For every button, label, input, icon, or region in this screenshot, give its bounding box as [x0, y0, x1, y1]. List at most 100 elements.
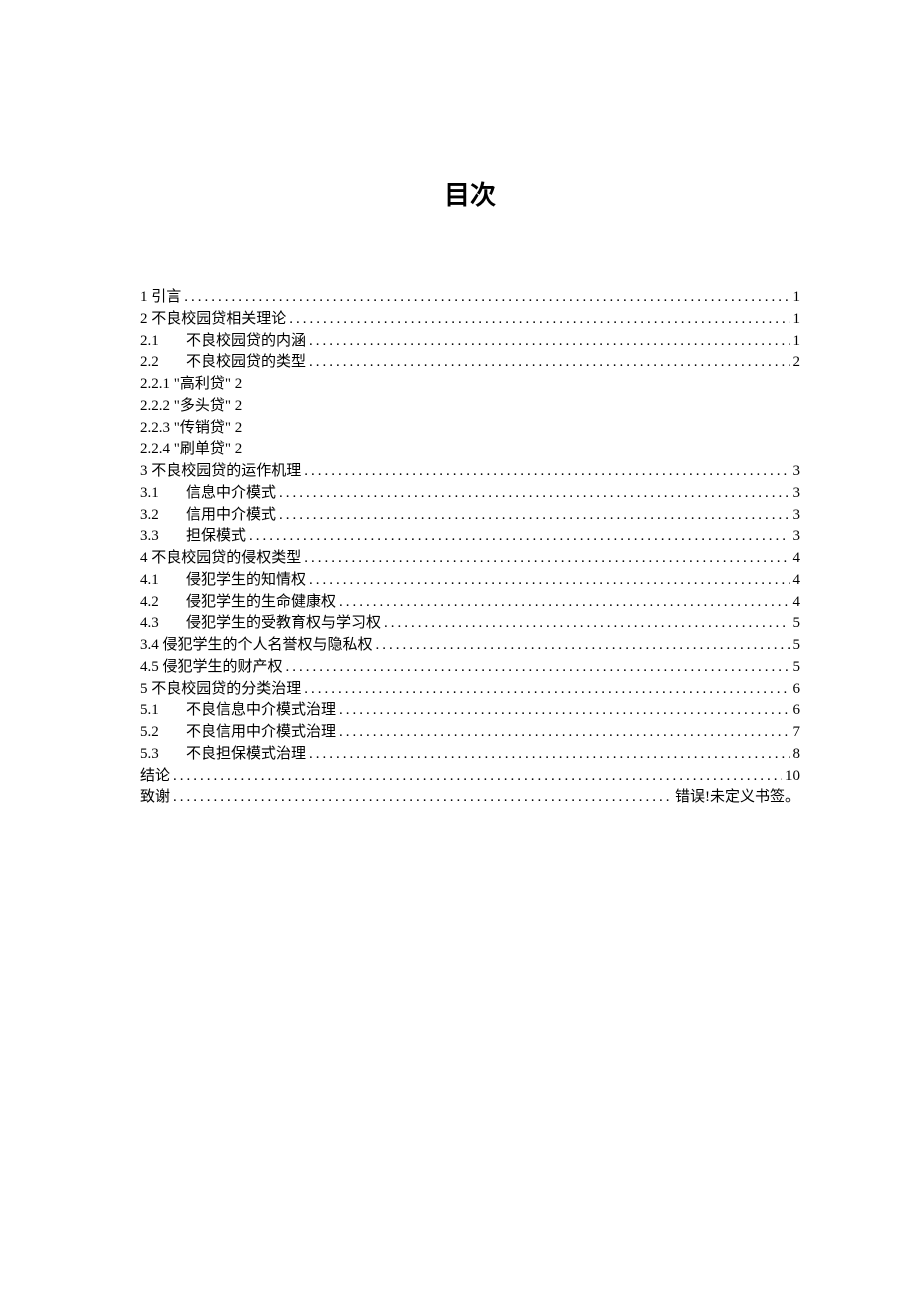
toc-entry-text: 担保模式 [186, 528, 246, 544]
toc-entry-text: 不良信息中介模式治理 [186, 702, 336, 718]
toc-leader-dots [173, 766, 782, 788]
toc-entry: 2 不良校园贷相关理论 1 [140, 309, 800, 331]
toc-entry-number: 5.1 [140, 700, 186, 722]
toc-leader-dots [309, 352, 789, 374]
toc-entry-text: 不良校园贷的类型 [186, 354, 306, 370]
toc-entry-label: 4.2侵犯学生的生命健康权 [140, 592, 336, 614]
toc-entry-label: 1 引言 [140, 287, 181, 309]
toc-entry: 4.2侵犯学生的生命健康权 4 [140, 592, 800, 614]
toc-entry-page: 5 [793, 613, 801, 635]
toc-entry: 2.2.4 "刷单贷" 2 [140, 439, 800, 461]
toc-leader-dots [279, 505, 789, 527]
toc-entry-number: 3.2 [140, 505, 186, 527]
toc-entry-page: 1 [793, 331, 801, 353]
toc-entry-page: 4 [793, 570, 801, 592]
toc-leader-dots [304, 679, 789, 701]
toc-entry-number: 5.2 [140, 722, 186, 744]
toc-entry-label: 5 不良校园贷的分类治理 [140, 679, 301, 701]
toc-entry: 4.5 侵犯学生的财产权 5 [140, 657, 800, 679]
toc-leader-dots [339, 700, 789, 722]
toc-leader-dots [384, 613, 789, 635]
toc-entry-label: 结论 [140, 766, 170, 788]
toc-leader-dots [376, 635, 790, 657]
toc-entry-label: 2.2.4 "刷单贷" 2 [140, 439, 242, 461]
toc-entry-label: 2.2.1 "高利贷" 2 [140, 374, 242, 396]
toc-leader-dots [309, 570, 789, 592]
toc-entry-number: 4.2 [140, 592, 186, 614]
toc-entry-text: 侵犯学生的生命健康权 [186, 594, 336, 610]
toc-leader-dots [279, 483, 789, 505]
toc-entry-label: 2.2.2 "多头贷" 2 [140, 396, 242, 418]
toc-entry-page: 6 [793, 700, 801, 722]
toc-leader-dots [173, 787, 672, 809]
toc-entry-page: 3 [793, 526, 801, 548]
toc-entry: 结论 10 [140, 766, 800, 788]
toc-entry-page: 10 [785, 766, 800, 788]
toc-entry-number: 4.1 [140, 570, 186, 592]
toc-entry-label: 3.4 侵犯学生的个人名誉权与隐私权 [140, 635, 373, 657]
toc-entry: 致谢 错误!未定义书签。 [140, 787, 800, 809]
toc-entry-page: 6 [793, 679, 801, 701]
toc-entry-page: 错误!未定义书签。 [675, 787, 800, 809]
toc-leader-dots [289, 309, 789, 331]
toc-entry: 5.3不良担保模式治理 8 [140, 744, 800, 766]
toc-entry-label: 2.2.3 "传销贷" 2 [140, 418, 242, 440]
table-of-contents: 1 引言12 不良校园贷相关理论 1 2.1不良校园贷的内涵 1 2.2不良校园贷的类型… [140, 287, 800, 809]
toc-entry-page: 4 [793, 592, 801, 614]
toc-entry-number: 5.3 [140, 744, 186, 766]
toc-entry: 3.1信息中介模式 3 [140, 483, 800, 505]
toc-entry-number: 3.1 [140, 483, 186, 505]
toc-leader-dots [249, 526, 789, 548]
toc-entry-label: 4.1侵犯学生的知情权 [140, 570, 306, 592]
toc-entry-number: 3.3 [140, 526, 186, 548]
toc-entry-label: 2.1不良校园贷的内涵 [140, 331, 306, 353]
toc-entry: 1 引言1 [140, 287, 800, 309]
toc-entry-text: 信息中介模式 [186, 485, 276, 501]
toc-entry-label: 4.5 侵犯学生的财产权 [140, 657, 283, 679]
toc-entry-label: 2.2不良校园贷的类型 [140, 352, 306, 374]
toc-entry-label: 3.3担保模式 [140, 526, 246, 548]
toc-entry-page: 5 [793, 657, 801, 679]
toc-entry-label: 4 不良校园贷的侵权类型 [140, 548, 301, 570]
toc-entry: 5.2不良信用中介模式治理7 [140, 722, 800, 744]
toc-entry-number: 2.1 [140, 331, 186, 353]
toc-entry: 2.2.2 "多头贷" 2 [140, 396, 800, 418]
toc-entry-text: 侵犯学生的受教育权与学习权 [186, 615, 381, 631]
toc-entry-page: 3 [793, 483, 801, 505]
toc-entry-page: 2 [793, 352, 801, 374]
toc-entry: 4.3侵犯学生的受教育权与学习权 5 [140, 613, 800, 635]
toc-entry: 3 不良校园贷的运作机理3 [140, 461, 800, 483]
toc-entry: 5.1不良信息中介模式治理 6 [140, 700, 800, 722]
toc-entry-text: 信用中介模式 [186, 507, 276, 523]
toc-entry-label: 5.1不良信息中介模式治理 [140, 700, 336, 722]
toc-entry-page: 3 [793, 505, 801, 527]
toc-entry: 4.1侵犯学生的知情权 4 [140, 570, 800, 592]
toc-entry-text: 不良校园贷的内涵 [186, 333, 306, 349]
toc-entry-text: 侵犯学生的知情权 [186, 572, 306, 588]
toc-leader-dots [309, 744, 789, 766]
toc-entry-label: 3.1信息中介模式 [140, 483, 276, 505]
toc-title: 目次 [140, 175, 800, 212]
toc-entry-number: 4.3 [140, 613, 186, 635]
toc-entry-label: 致谢 [140, 787, 170, 809]
toc-entry-page: 5 [793, 635, 801, 657]
toc-entry: 3.3担保模式 3 [140, 526, 800, 548]
toc-leader-dots [304, 548, 789, 570]
toc-entry: 3.2信用中介模式 3 [140, 505, 800, 527]
toc-entry-text: 不良担保模式治理 [186, 746, 306, 762]
toc-entry: 2.2.1 "高利贷" 2 [140, 374, 800, 396]
toc-entry-page: 1 [793, 309, 801, 331]
toc-entry-number: 2.2 [140, 352, 186, 374]
toc-entry-text: 不良信用中介模式治理 [186, 724, 336, 740]
toc-entry-label: 2 不良校园贷相关理论 [140, 309, 286, 331]
document-page: 目次 1 引言12 不良校园贷相关理论 1 2.1不良校园贷的内涵 1 2.2不良校园贷… [0, 0, 920, 809]
toc-entry-label: 3 不良校园贷的运作机理 [140, 461, 301, 483]
toc-entry: 2.1不良校园贷的内涵 1 [140, 331, 800, 353]
toc-entry-label: 3.2信用中介模式 [140, 505, 276, 527]
toc-entry: 5 不良校园贷的分类治理 6 [140, 679, 800, 701]
toc-entry: 3.4 侵犯学生的个人名誉权与隐私权 5 [140, 635, 800, 657]
toc-leader-dots [304, 461, 789, 483]
toc-entry-label: 4.3侵犯学生的受教育权与学习权 [140, 613, 381, 635]
toc-entry-page: 8 [793, 744, 801, 766]
toc-entry: 2.2.3 "传销贷" 2 [140, 418, 800, 440]
